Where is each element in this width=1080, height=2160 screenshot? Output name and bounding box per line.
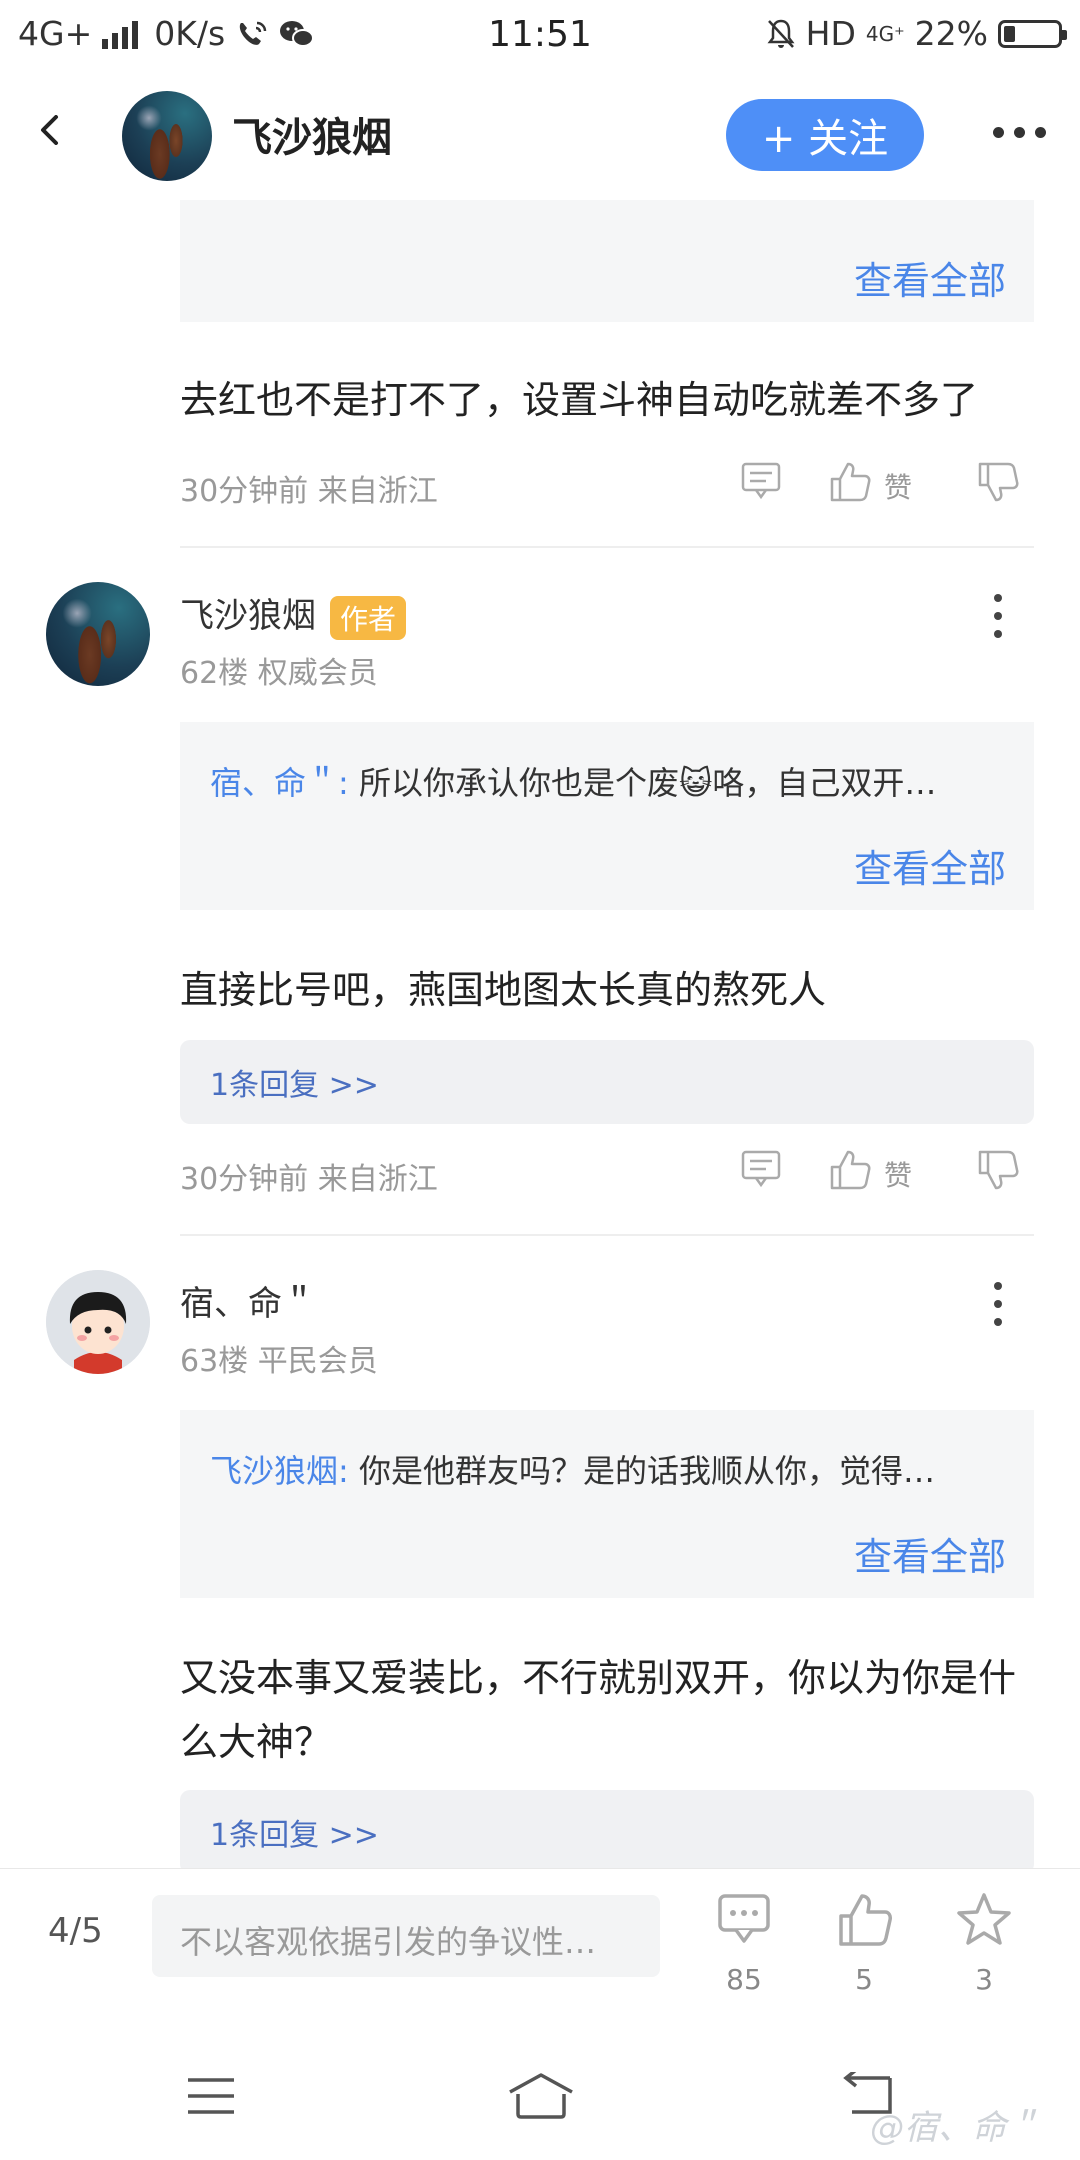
quote-text: 飞沙狼烟: 你是他群友吗？是的话我顺从你，觉得… bbox=[210, 1446, 1010, 1492]
home-icon[interactable] bbox=[506, 2072, 576, 2120]
comment-icon[interactable] bbox=[740, 460, 782, 502]
thumbs-up-icon bbox=[839, 1894, 892, 1946]
quote-box-2[interactable]: 宿、命＂: 所以你承认你也是个废😺咯，自己双开… 查看全部 bbox=[180, 722, 1034, 910]
reply-count[interactable]: 1条回复 >> bbox=[210, 1810, 379, 1854]
divider bbox=[180, 546, 1034, 548]
like-label: 赞 bbox=[884, 471, 913, 504]
bottom-action-bar: 4/5 不以客观依据引发的争议性… 85 5 3 bbox=[0, 1868, 1080, 2009]
thumbs-down-icon[interactable] bbox=[976, 460, 1020, 504]
view-all-link[interactable]: 查看全部 bbox=[854, 838, 1006, 893]
status-right: HD 4G⁺ 22% bbox=[766, 14, 1067, 53]
quote-body: 所以你承认你也是个废😺咯，自己双开… bbox=[348, 764, 937, 802]
post-menu-icon[interactable] bbox=[994, 594, 1002, 638]
network2-label: 4G⁺ bbox=[865, 21, 905, 46]
top-header: 飞沙狼烟 + 关注 bbox=[0, 75, 1080, 200]
quote-body: 你是他群友吗？是的话我顺从你，觉得… bbox=[348, 1452, 935, 1490]
thumbs-down-icon[interactable] bbox=[976, 1148, 1020, 1192]
likes-count: 5 bbox=[855, 1963, 873, 1996]
reply-link-box[interactable]: 1条回复 >> bbox=[180, 1790, 1034, 1874]
page-title: 飞沙狼烟 bbox=[232, 115, 392, 161]
quote-author[interactable]: 宿、命＂: bbox=[210, 764, 349, 802]
bell-off-icon bbox=[767, 19, 795, 48]
quote-author[interactable]: 飞沙狼烟: bbox=[210, 1452, 349, 1490]
post-menu-icon[interactable] bbox=[994, 1282, 1002, 1326]
menu-icon[interactable] bbox=[186, 2076, 236, 2116]
like-button[interactable]: 5 bbox=[814, 1889, 914, 1999]
post-text: 直接比号吧，燕国地图太长真的熬死人 bbox=[180, 968, 827, 1012]
stars-count: 3 bbox=[975, 1963, 993, 1996]
comment-input[interactable]: 不以客观依据引发的争议性… bbox=[152, 1895, 660, 1977]
like-label: 赞 bbox=[884, 1159, 913, 1192]
comments-count: 85 bbox=[726, 1963, 762, 1996]
back-arrow-icon[interactable] bbox=[36, 115, 66, 145]
quote-box-3[interactable]: 飞沙狼烟: 你是他群友吗？是的话我顺从你，觉得… 查看全部 bbox=[180, 1410, 1034, 1598]
thumbs-up-icon[interactable] bbox=[828, 460, 872, 504]
user-avatar[interactable] bbox=[46, 1270, 150, 1374]
username[interactable]: 飞沙狼烟 作者 bbox=[180, 588, 407, 640]
hd-label: HD bbox=[805, 14, 856, 53]
view-all-link[interactable]: 查看全部 bbox=[854, 1526, 1006, 1581]
favorite-button[interactable]: 3 bbox=[934, 1889, 1034, 1999]
divider bbox=[180, 1234, 1034, 1236]
follow-button[interactable]: + 关注 bbox=[726, 99, 924, 171]
comments-button[interactable]: 85 bbox=[694, 1889, 794, 1999]
post-meta: 30分钟前 来自浙江 bbox=[180, 1162, 438, 1197]
quote-box-1[interactable]: 查看全部 bbox=[180, 200, 1034, 322]
more-options-icon[interactable] bbox=[993, 127, 1046, 138]
battery-percent: 22% bbox=[914, 14, 988, 53]
post-text: 又没本事又爱装比，不行就别双开，你以为你是什么大神？ bbox=[180, 1656, 1017, 1764]
post-meta: 30分钟前 来自浙江 bbox=[180, 474, 438, 509]
view-all-link[interactable]: 查看全部 bbox=[854, 250, 1006, 305]
thumbs-up-icon[interactable] bbox=[828, 1148, 872, 1192]
page-indicator[interactable]: 4/5 bbox=[48, 1911, 103, 1951]
floor-info: 62楼 权威会员 bbox=[180, 656, 378, 691]
status-bar: 4G+ 0K/s 11:51 HD 4G⁺ 22% bbox=[0, 0, 1080, 75]
floor-info: 63楼 平民会员 bbox=[180, 1344, 378, 1379]
author-badge: 作者 bbox=[330, 595, 407, 640]
system-nav-bar: @宿、命＂ bbox=[0, 2008, 1080, 2160]
username[interactable]: 宿、命＂ bbox=[180, 1276, 316, 1325]
username-text: 飞沙狼烟 bbox=[180, 596, 316, 636]
user-avatar[interactable] bbox=[46, 582, 150, 686]
star-icon bbox=[957, 1893, 1011, 1945]
header-avatar[interactable] bbox=[122, 91, 212, 181]
battery-icon bbox=[998, 19, 1067, 48]
post-actions: 赞 bbox=[740, 460, 1040, 510]
post-text: 去红也不是打不了，设置斗神自动吃就差不多了 bbox=[180, 378, 979, 422]
comment-icon[interactable] bbox=[740, 1148, 782, 1190]
post-actions: 赞 bbox=[740, 1148, 1040, 1198]
watermark: @宿、命＂ bbox=[870, 2108, 1040, 2148]
comments-icon bbox=[718, 1894, 770, 1943]
quote-text: 宿、命＂: 所以你承认你也是个废😺咯，自己双开… bbox=[210, 758, 1010, 804]
cartoon-face-icon bbox=[46, 1270, 150, 1374]
reply-count[interactable]: 1条回复 >> bbox=[210, 1060, 379, 1104]
reply-link-box[interactable]: 1条回复 >> bbox=[180, 1040, 1034, 1124]
